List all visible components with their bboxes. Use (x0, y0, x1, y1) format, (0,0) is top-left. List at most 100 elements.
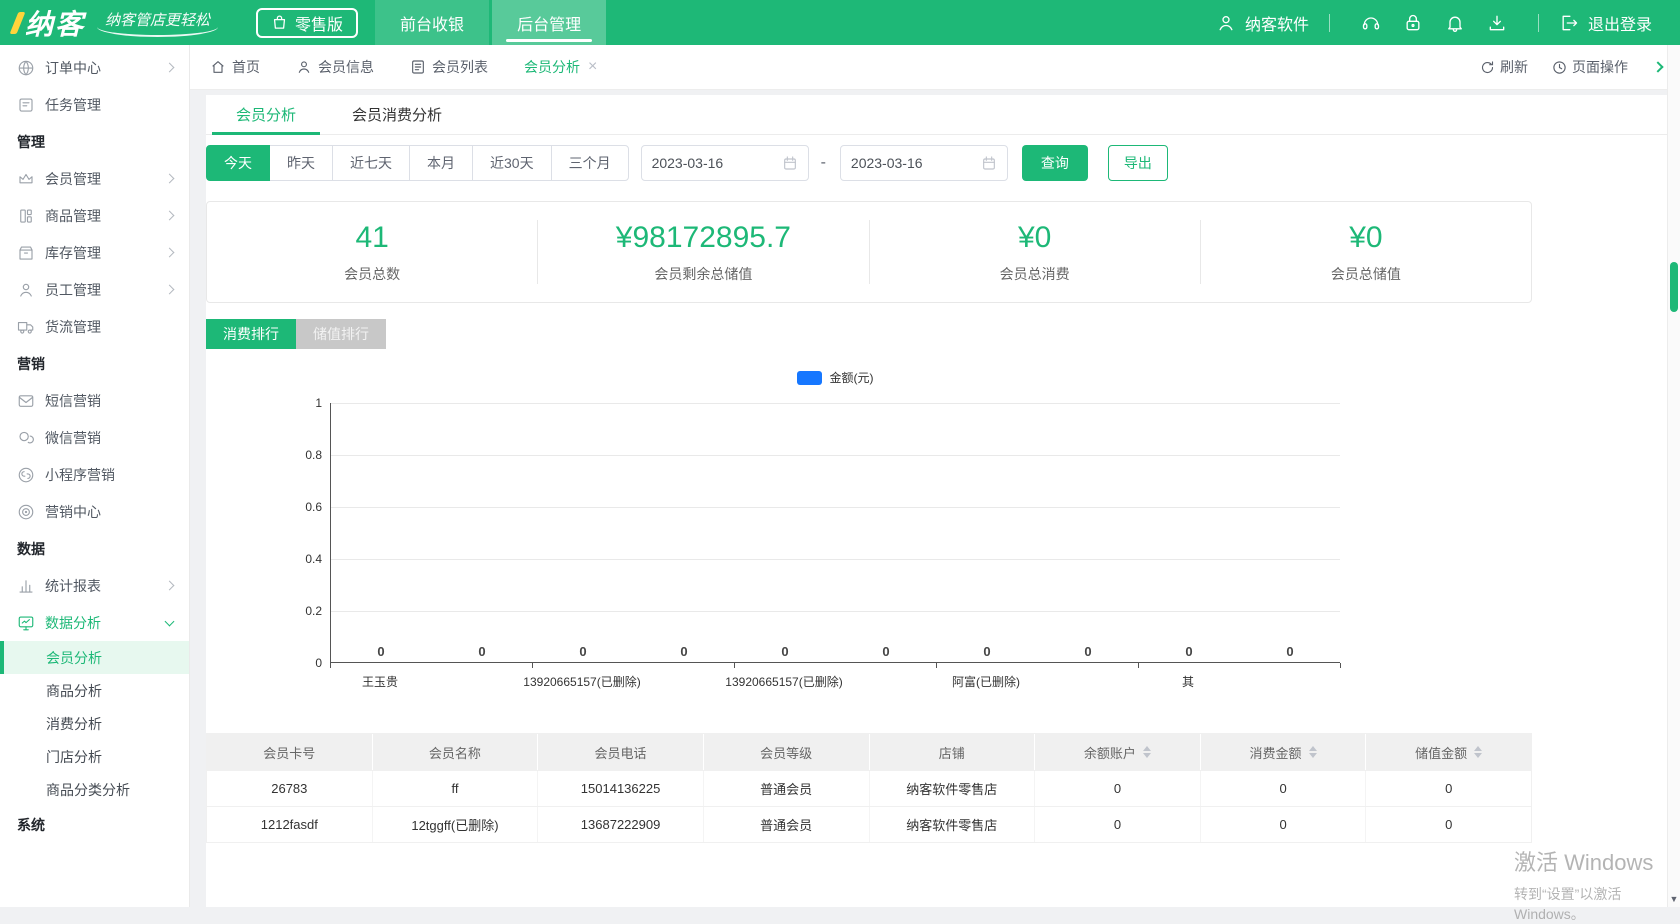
sidebar-item-member-analysis[interactable]: 会员分析 (0, 641, 189, 674)
sidebar-item-label: 货流管理 (45, 317, 173, 337)
col-stored-amount-sort[interactable]: 储值金额 (1366, 734, 1531, 770)
export-button[interactable]: 导出 (1108, 145, 1168, 181)
tab-front-cashier-label: 前台收银 (400, 11, 464, 35)
page-operations-button[interactable]: 页面操作 (1552, 57, 1628, 77)
sidebar-item-order-center[interactable]: 订单中心 (0, 49, 189, 86)
tab-member-list[interactable]: 会员列表 (410, 57, 488, 77)
quick-last30-button[interactable]: 近30天 (472, 145, 552, 181)
sidebar-item-consume-analysis[interactable]: 消费分析 (0, 707, 189, 740)
sidebar-item-label: 商品管理 (45, 206, 156, 226)
logout-button[interactable]: 退出登录 (1559, 11, 1652, 35)
lock-icon[interactable] (1403, 13, 1423, 33)
subtab-member-consume-analysis[interactable]: 会员消费分析 (328, 95, 466, 134)
page-scrollbar[interactable]: ▼ (1667, 45, 1680, 907)
scrollbar-down-arrow-icon[interactable]: ▼ (1668, 894, 1680, 904)
sort-arrows-icon[interactable] (1474, 746, 1482, 758)
sidebar-item-reports[interactable]: 统计报表 (0, 567, 189, 604)
main-area: 首页 会员信息 会员列表 会员分析 × 刷新 页面操作 会员分 (190, 45, 1680, 907)
bar-value-label: 0 (1169, 644, 1209, 659)
sort-arrows-icon[interactable] (1143, 746, 1151, 758)
sidebar-item-member-mgmt[interactable]: 会员管理 (0, 160, 189, 197)
stat-value: 41 (207, 221, 537, 255)
download-icon[interactable] (1487, 13, 1507, 33)
sidebar-item-marketing-center[interactable]: 营销中心 (0, 493, 189, 530)
quick-yesterday-button[interactable]: 昨天 (269, 145, 333, 181)
bar-value-label: 0 (1068, 644, 1108, 659)
sidebar-item-label: 短信营销 (45, 391, 173, 411)
stat-label: 会员剩余总储值 (538, 264, 868, 284)
tab-member-analysis[interactable]: 会员分析 (524, 57, 580, 77)
tab-backend-admin[interactable]: 后台管理 (492, 0, 606, 45)
bar-value-label: 0 (1270, 644, 1310, 659)
date-to-input[interactable]: 2023-03-16 (840, 145, 1008, 181)
col-consume-amount-sort[interactable]: 消费金额 (1201, 734, 1367, 770)
col-label: 会员电话 (595, 743, 647, 762)
col-member-name: 会员名称 (373, 734, 539, 770)
member-rank-table: 会员卡号 会员名称 会员电话 会员等级 店铺 余额账户 消费金额 储值金额 26… (206, 733, 1532, 843)
windows-activation-watermark: 激活 Windows 转到“设置”以激活 Windows。 (1514, 845, 1667, 924)
sidebar-item-miniprogram-marketing[interactable]: 小程序营销 (0, 456, 189, 493)
sidebar-section-data: 数据 (0, 530, 189, 567)
sidebar-item-logistics-mgmt[interactable]: 货流管理 (0, 308, 189, 345)
sidebar-item-goods-mgmt[interactable]: 商品管理 (0, 197, 189, 234)
miniprogram-icon (17, 466, 35, 484)
tab-front-cashier[interactable]: 前台收银 (375, 0, 489, 45)
cell-consume-amount: 0 (1201, 771, 1367, 806)
close-tab-icon[interactable]: × (588, 58, 597, 76)
query-button[interactable]: 查询 (1022, 145, 1088, 181)
table-row[interactable]: 26783 ff 15014136225 普通会员 纳客软件零售店 0 0 0 (207, 770, 1531, 806)
logout-label: 退出登录 (1588, 11, 1652, 35)
sidebar-item-label: 员工管理 (45, 280, 156, 300)
sidebar-item-stock-mgmt[interactable]: 库存管理 (0, 234, 189, 271)
sidebar-item-goods-analysis[interactable]: 商品分析 (0, 674, 189, 707)
notification-bell-icon[interactable] (1445, 13, 1465, 33)
legend-label: 金额(元) (830, 369, 874, 386)
sidebar-item-data-analysis[interactable]: 数据分析 (0, 604, 189, 641)
refresh-button[interactable]: 刷新 (1480, 57, 1528, 77)
sidebar-item-category-analysis[interactable]: 商品分类分析 (0, 773, 189, 806)
support-headset-icon[interactable] (1361, 13, 1381, 33)
quick-today-button[interactable]: 今天 (206, 145, 270, 181)
sort-arrows-icon[interactable] (1309, 746, 1317, 758)
col-balance-sort[interactable]: 余额账户 (1035, 734, 1201, 770)
gridline (331, 559, 1340, 560)
tab-member-info[interactable]: 会员信息 (296, 57, 374, 77)
subtab-member-analysis[interactable]: 会员分析 (212, 95, 320, 134)
col-label: 会员名称 (429, 743, 481, 762)
watermark-line1: 激活 Windows (1514, 845, 1667, 877)
date-from-input[interactable]: 2023-03-16 (641, 145, 809, 181)
sidebar-item-wechat-marketing[interactable]: 微信营销 (0, 419, 189, 456)
edition-badge[interactable]: 零售版 (256, 8, 358, 38)
edition-badge-label: 零售版 (295, 11, 343, 35)
sidebar-item-staff-mgmt[interactable]: 员工管理 (0, 271, 189, 308)
chart-legend[interactable]: 金额(元) (330, 369, 1340, 386)
x-axis-tick (734, 663, 735, 668)
stat-remaining-stored-value: ¥98172895.7 会员剩余总储值 (538, 221, 868, 284)
stat-total-consume: ¥0 会员总消费 (870, 221, 1200, 284)
sidebar-item-task-mgmt[interactable]: 任务管理 (0, 86, 189, 123)
stat-label: 会员总储值 (1201, 264, 1531, 284)
y-axis-tick: 0.2 (286, 604, 322, 618)
user-account[interactable]: 纳客软件 (1216, 11, 1309, 35)
tab-home[interactable]: 首页 (210, 57, 260, 77)
data-analysis-icon (17, 614, 35, 632)
legend-swatch (797, 371, 822, 385)
expand-right-icon[interactable] (1652, 61, 1663, 72)
watermark-line2: 转到“设置”以激活 Windows。 (1514, 884, 1667, 924)
y-axis-tick: 0.6 (286, 500, 322, 514)
sidebar-item-store-analysis[interactable]: 门店分析 (0, 740, 189, 773)
quick-this-month-button[interactable]: 本月 (409, 145, 473, 181)
scrollbar-thumb[interactable] (1670, 262, 1678, 312)
table-row[interactable]: 1212fasdf 12tggff(已删除) 13687222909 普通会员 … (207, 806, 1531, 842)
quick-last7-button[interactable]: 近七天 (332, 145, 410, 181)
quick-date-group: 今天 昨天 近七天 本月 近30天 三个月 (206, 145, 629, 181)
wechat-icon (17, 429, 35, 447)
stored-rank-tab[interactable]: 储值排行 (296, 319, 386, 349)
content-panel: 会员分析 会员消费分析 今天 昨天 近七天 本月 近30天 三个月 2023-0… (206, 95, 1667, 907)
y-axis-tick: 1 (286, 396, 322, 410)
cell-consume-amount: 0 (1201, 807, 1367, 842)
consume-rank-tab[interactable]: 消费排行 (206, 319, 296, 349)
sidebar-item-label: 统计报表 (45, 576, 156, 596)
quick-three-months-button[interactable]: 三个月 (551, 145, 629, 181)
sidebar-item-sms-marketing[interactable]: 短信营销 (0, 382, 189, 419)
